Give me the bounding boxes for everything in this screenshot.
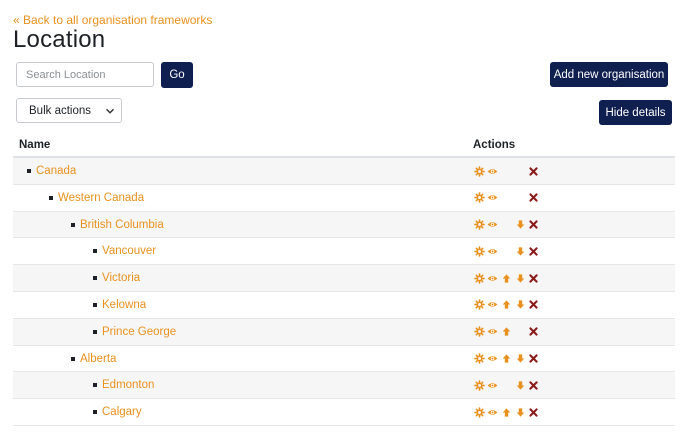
delete-x-icon[interactable] xyxy=(527,192,539,204)
move-down-arrow-icon[interactable] xyxy=(514,272,526,284)
delete-x-icon[interactable] xyxy=(527,406,539,418)
delete-x-icon[interactable] xyxy=(527,165,539,177)
organisation-link[interactable]: Alberta xyxy=(80,353,116,365)
edit-gear-icon[interactable] xyxy=(473,353,485,365)
bullet-icon xyxy=(93,383,97,388)
search-input[interactable] xyxy=(16,62,154,87)
edit-gear-icon[interactable] xyxy=(473,272,485,284)
chevron-down-icon xyxy=(106,108,114,114)
back-to-frameworks-link[interactable]: « Back to all organisation frameworks xyxy=(13,13,212,27)
delete-x-icon[interactable] xyxy=(527,272,539,284)
table-row: British Columbia xyxy=(13,211,675,239)
bullet-icon xyxy=(49,195,53,200)
table-body: Canada Western Canada British Columbia Vanc… xyxy=(13,158,675,426)
move-down-arrow-icon[interactable] xyxy=(514,299,526,311)
organisation-link[interactable]: Edmonton xyxy=(102,379,154,391)
organisation-link[interactable]: Prince George xyxy=(102,326,176,338)
organisation-link[interactable]: Victoria xyxy=(102,272,140,284)
table-row: Kelowna xyxy=(13,292,675,319)
edit-gear-icon[interactable] xyxy=(473,245,485,257)
delete-x-icon[interactable] xyxy=(527,326,539,338)
bullet-icon xyxy=(93,302,97,307)
move-up-arrow-icon[interactable] xyxy=(500,326,512,338)
move-down-arrow-icon[interactable] xyxy=(514,379,526,391)
hide-eye-icon[interactable] xyxy=(486,406,498,418)
hide-details-button[interactable]: Hide details xyxy=(599,100,672,125)
organisation-table: Name Actions Canada Western Canada British… xyxy=(13,134,675,426)
move-down-arrow-icon[interactable] xyxy=(514,353,526,365)
organisation-link[interactable]: Vancouver xyxy=(102,245,156,257)
hide-eye-icon[interactable] xyxy=(486,272,498,284)
hide-eye-icon[interactable] xyxy=(486,165,498,177)
bullet-icon xyxy=(93,329,97,334)
hide-eye-icon[interactable] xyxy=(486,326,498,338)
table-row: Calgary xyxy=(13,399,675,426)
bullet-icon xyxy=(93,249,97,254)
table-row: Vancouver xyxy=(13,238,675,266)
add-new-organisation-button[interactable]: Add new organisation xyxy=(550,62,668,87)
delete-x-icon[interactable] xyxy=(527,219,539,231)
move-up-arrow-icon[interactable] xyxy=(500,272,512,284)
edit-gear-icon[interactable] xyxy=(473,192,485,204)
edit-gear-icon[interactable] xyxy=(473,219,485,231)
move-up-arrow-icon[interactable] xyxy=(500,406,512,418)
hide-eye-icon[interactable] xyxy=(486,379,498,391)
move-down-arrow-icon[interactable] xyxy=(514,245,526,257)
bullet-icon xyxy=(27,169,31,173)
edit-gear-icon[interactable] xyxy=(473,379,485,391)
hide-eye-icon[interactable] xyxy=(486,219,498,231)
bullet-icon xyxy=(93,410,97,415)
hide-eye-icon[interactable] xyxy=(486,245,498,257)
move-up-arrow-icon[interactable] xyxy=(500,353,512,365)
edit-gear-icon[interactable] xyxy=(473,165,485,177)
table-row: Canada xyxy=(13,158,675,185)
organisation-link[interactable]: Calgary xyxy=(102,406,142,418)
bullet-icon xyxy=(71,222,75,227)
delete-x-icon[interactable] xyxy=(527,299,539,311)
move-up-arrow-icon[interactable] xyxy=(500,299,512,311)
table-row: Edmonton xyxy=(13,372,675,400)
edit-gear-icon[interactable] xyxy=(473,326,485,338)
bulk-actions-select[interactable]: Bulk actions xyxy=(16,98,122,123)
delete-x-icon[interactable] xyxy=(527,379,539,391)
hide-eye-icon[interactable] xyxy=(486,192,498,204)
bullet-icon xyxy=(93,276,97,281)
column-header-name: Name xyxy=(19,139,51,151)
organisation-link[interactable]: British Columbia xyxy=(80,219,164,231)
table-row: Western Canada xyxy=(13,185,675,212)
hide-eye-icon[interactable] xyxy=(486,299,498,311)
edit-gear-icon[interactable] xyxy=(473,299,485,311)
organisation-link[interactable]: Western Canada xyxy=(58,192,144,204)
move-down-arrow-icon[interactable] xyxy=(514,406,526,418)
table-header: Name Actions xyxy=(13,134,675,158)
bullet-icon xyxy=(71,356,75,361)
organisation-link[interactable]: Canada xyxy=(36,165,76,177)
column-header-actions: Actions xyxy=(473,139,516,151)
page-title: Location xyxy=(13,26,106,53)
hide-eye-icon[interactable] xyxy=(486,353,498,365)
table-row: Victoria xyxy=(13,265,675,292)
delete-x-icon[interactable] xyxy=(527,245,539,257)
table-row: Prince George xyxy=(13,318,675,346)
bulk-actions-label: Bulk actions xyxy=(29,104,92,117)
organisation-link[interactable]: Kelowna xyxy=(102,299,146,311)
move-down-arrow-icon[interactable] xyxy=(514,219,526,231)
table-row: Alberta xyxy=(13,346,675,373)
edit-gear-icon[interactable] xyxy=(473,406,485,418)
go-button[interactable]: Go xyxy=(161,62,193,88)
delete-x-icon[interactable] xyxy=(527,353,539,365)
